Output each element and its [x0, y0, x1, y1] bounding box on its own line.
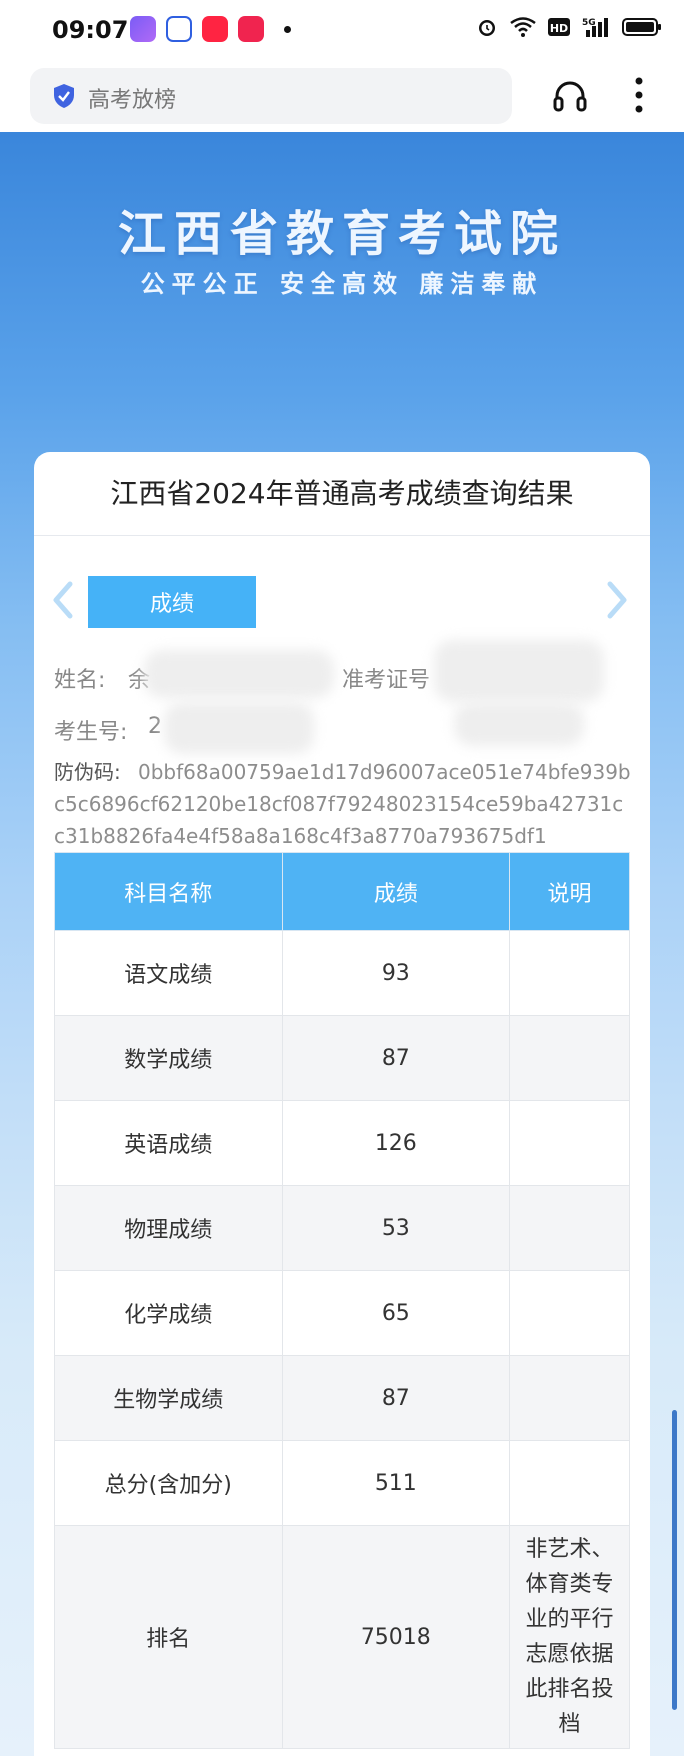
subject-cell: 排名: [54, 1525, 283, 1749]
table-row: 排名 75018 非艺术、体育类专业的平行志愿依据此排名投档: [54, 1525, 630, 1749]
exam-number-value: 2: [148, 714, 162, 739]
address-bar[interactable]: 高考放榜: [30, 68, 512, 124]
chevron-right-icon[interactable]: [604, 580, 630, 620]
subject-cell: 数学成绩: [54, 1015, 283, 1101]
redacted-ticket-number: [434, 640, 604, 702]
video-app-icon: [238, 16, 264, 42]
address-text: 高考放榜: [88, 88, 177, 113]
score-cell: 75018: [281, 1525, 511, 1749]
subject-cell: 语文成绩: [54, 930, 283, 1016]
note-cell: [509, 1015, 630, 1101]
note-cell: [509, 1440, 630, 1526]
tab-score[interactable]: 成绩: [88, 576, 256, 628]
redacted-area: [454, 702, 584, 746]
subject-cell: 英语成绩: [54, 1100, 283, 1186]
result-card: 江西省2024年普通高考成绩查询结果 成绩 姓名: 余 准考证号 考生号: 2 …: [34, 452, 650, 1756]
table-row: 物理成绩 53: [54, 1185, 630, 1271]
note-cell: [509, 1185, 630, 1271]
more-notifications-dot: [284, 25, 291, 33]
table-row: 语文成绩 93: [54, 930, 630, 1016]
wifi-icon: [510, 17, 536, 37]
score-cell: 87: [281, 1355, 511, 1441]
table-row: 化学成绩 65: [54, 1270, 630, 1356]
score-cell: 511: [281, 1440, 511, 1526]
5g-signal-icon: 5G: [582, 18, 608, 37]
score-cell: 53: [281, 1185, 511, 1271]
note-cell: 非艺术、体育类专业的平行志愿依据此排名投档: [509, 1525, 630, 1749]
browser-toolbar: 高考放榜: [0, 60, 684, 132]
note-cell: [509, 1270, 630, 1356]
headset-icon[interactable]: [552, 78, 588, 114]
notification-icons: [130, 16, 291, 42]
name-label: 姓名:: [54, 668, 106, 693]
table-row: 数学成绩 87: [54, 1015, 630, 1101]
status-time: 09:07: [52, 16, 129, 44]
ticket-label: 准考证号: [342, 668, 431, 693]
page-scrollbar[interactable]: [672, 1410, 677, 1710]
redacted-exam-number: [164, 702, 314, 754]
more-menu-icon[interactable]: [634, 76, 644, 114]
cloud-app-icon: [130, 16, 156, 42]
note-cell: [509, 930, 630, 1016]
subject-cell: 化学成绩: [54, 1270, 283, 1356]
svg-text:HD: HD: [550, 22, 568, 35]
redacted-name: [144, 650, 334, 698]
institution-slogan: 公平公正 安全高效 廉洁奉献: [140, 270, 544, 298]
table-row: 生物学成绩 87: [54, 1355, 630, 1441]
score-table: 科目名称 成绩 说明 语文成绩 93 数学成绩 87 英语成绩 126 物理成绩…: [54, 852, 630, 1749]
alarm-icon: [479, 20, 495, 36]
anti-fake-code: 0bbf68a00759ae1d17d96007ace051e74bfe939b…: [54, 760, 631, 848]
score-cell: 93: [281, 930, 511, 1016]
shield-icon: [54, 84, 74, 108]
baidu-app-icon: [166, 16, 192, 42]
chevron-left-icon[interactable]: [50, 580, 76, 620]
note-cell: [509, 1100, 630, 1186]
score-cell: 87: [281, 1015, 511, 1101]
subject-cell: 生物学成绩: [54, 1355, 283, 1441]
status-bar: 09:07 HD 5G: [0, 0, 684, 60]
score-cell: 126: [281, 1100, 511, 1186]
subject-cell: 物理成绩: [54, 1185, 283, 1271]
redbook-app-icon: [202, 16, 228, 42]
subject-cell: 总分(含加分): [54, 1440, 283, 1526]
header-score: 成绩: [281, 852, 511, 931]
table-row: 总分(含加分) 511: [54, 1440, 630, 1526]
page-background: 江西省教育考试院 公平公正 安全高效 廉洁奉献 江西省2024年普通高考成绩查询…: [0, 132, 684, 1756]
table-row: 英语成绩 126: [54, 1100, 630, 1186]
header-note: 说明: [509, 852, 630, 931]
battery-icon: [622, 18, 661, 36]
table-header-row: 科目名称 成绩 说明: [54, 852, 630, 931]
score-cell: 65: [281, 1270, 511, 1356]
note-cell: [509, 1355, 630, 1441]
institution-title: 江西省教育考试院: [117, 206, 566, 262]
exam-number-label: 考生号:: [54, 720, 128, 745]
header-subject: 科目名称: [54, 852, 283, 931]
hd-icon: HD: [548, 18, 570, 36]
page-title: 江西省2024年普通高考成绩查询结果: [34, 452, 650, 536]
system-icons: HD 5G: [476, 16, 662, 38]
